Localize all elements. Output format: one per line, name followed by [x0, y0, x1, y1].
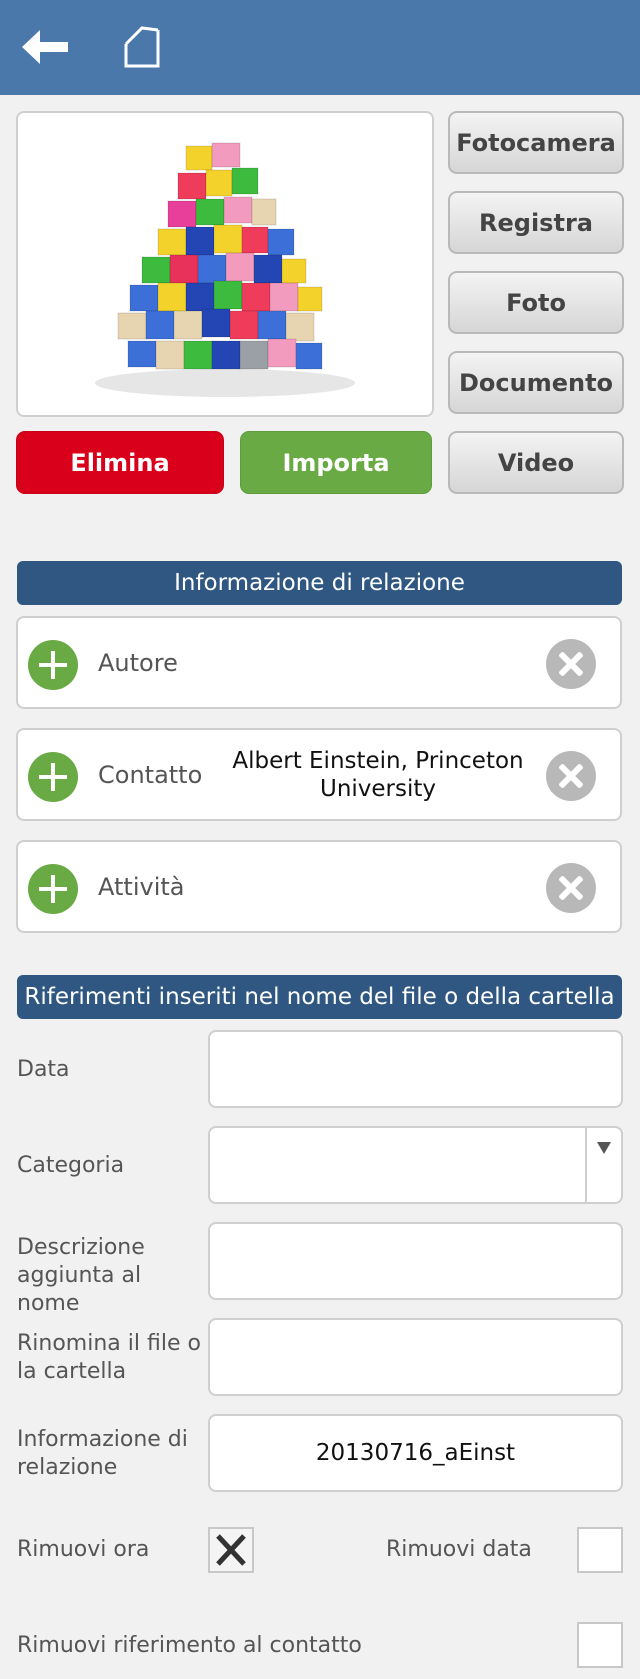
home-icon[interactable]: [120, 22, 164, 68]
relation-value-activity: [228, 842, 528, 931]
chevron-down-icon[interactable]: [585, 1128, 621, 1202]
relation-row-author: Autore: [16, 616, 622, 709]
remove-time-label: Rimuovi ora: [17, 1537, 150, 1562]
clear-contact-icon[interactable]: [546, 751, 596, 801]
delete-button-label: Elimina: [70, 448, 170, 477]
date-field[interactable]: [208, 1030, 623, 1108]
relation-label-contact: Contatto: [98, 760, 203, 789]
description-label: Descrizione aggiunta al nome: [17, 1235, 145, 1316]
add-activity-icon[interactable]: [28, 864, 78, 914]
rename-label: Rinomina il file o la cartella: [17, 1331, 201, 1384]
document-button[interactable]: Documento: [448, 351, 624, 414]
rename-field[interactable]: [208, 1318, 623, 1396]
document-button-label: Documento: [458, 368, 614, 397]
relation-row-activity: Attività: [16, 840, 622, 933]
description-field[interactable]: [208, 1222, 623, 1300]
camera-button[interactable]: Fotocamera: [448, 111, 624, 174]
top-bar: [0, 0, 640, 95]
remove-time-checkbox[interactable]: [208, 1527, 254, 1573]
relation-info-field[interactable]: 20130716_aEinst: [208, 1414, 623, 1492]
category-label: Categoria: [17, 1153, 125, 1178]
remove-contact-checkbox[interactable]: [577, 1622, 623, 1668]
add-contact-icon[interactable]: [28, 752, 78, 802]
photo-button-label: Foto: [506, 288, 566, 317]
relation-value-contact: Albert Einstein, Princeton University: [232, 747, 524, 802]
relation-info-label: Informazione di relazione: [17, 1427, 188, 1480]
relation-row-contact: Contatto Albert Einstein, Princeton Univ…: [16, 728, 622, 821]
image-preview: [16, 111, 434, 417]
import-button[interactable]: Importa: [240, 431, 432, 494]
record-button[interactable]: Registra: [448, 191, 624, 254]
relation-info-field-value: 20130716_aEinst: [315, 1440, 516, 1466]
video-button-label: Video: [497, 448, 575, 477]
remove-contact-label: Rimuovi riferimento al contatto: [17, 1633, 362, 1658]
add-author-icon[interactable]: [28, 640, 78, 690]
category-select[interactable]: [208, 1126, 623, 1204]
references-header: Riferimenti inseriti nel nome del file o…: [17, 975, 622, 1019]
remove-date-checkbox[interactable]: [577, 1527, 623, 1573]
arrow-left-icon[interactable]: [22, 28, 72, 66]
import-button-label: Importa: [282, 448, 390, 477]
relation-info-header-label: Informazione di relazione: [174, 570, 465, 596]
video-button[interactable]: Video: [448, 431, 624, 494]
relation-info-header: Informazione di relazione: [17, 561, 622, 605]
remove-date-label: Rimuovi data: [386, 1537, 532, 1562]
clear-author-icon[interactable]: [546, 639, 596, 689]
colored-cubes-image: [95, 142, 355, 397]
relation-label-activity: Attività: [98, 872, 185, 901]
check-x-icon: [216, 1534, 246, 1566]
clear-activity-icon[interactable]: [546, 863, 596, 913]
references-header-label: Riferimenti inseriti nel nome del file o…: [24, 984, 615, 1010]
relation-value-author: [228, 618, 528, 707]
photo-button[interactable]: Foto: [448, 271, 624, 334]
date-label: Data: [17, 1057, 70, 1082]
relation-label-author: Autore: [98, 648, 178, 677]
delete-button[interactable]: Elimina: [16, 431, 224, 494]
record-button-label: Registra: [479, 208, 593, 237]
camera-button-label: Fotocamera: [456, 128, 616, 157]
